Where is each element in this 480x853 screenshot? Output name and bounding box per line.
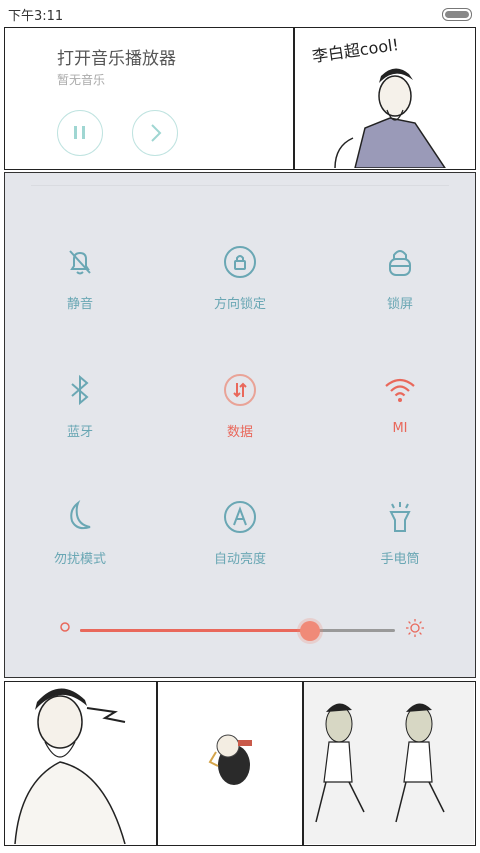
- meme-image-bottom-left: [4, 681, 157, 846]
- panel-divider: [31, 185, 449, 186]
- flashlight-icon: [389, 502, 411, 532]
- toggle-mobile-data-label: 数据: [226, 425, 253, 440]
- meme-illustration-3: [304, 682, 474, 844]
- battery-icon: [442, 8, 472, 21]
- brightness-slider[interactable]: [60, 619, 425, 641]
- toggle-mute-label: 静音: [66, 297, 93, 312]
- meme-caption: 李白超cool!: [311, 35, 400, 66]
- meme-image-top: 李白超cool!: [294, 27, 476, 170]
- brightness-thumb[interactable]: [299, 621, 320, 641]
- music-title[interactable]: 打开音乐播放器: [57, 44, 176, 69]
- meme-illustration-top: 李白超cool!: [311, 35, 447, 169]
- brightness-high-icon: [406, 619, 424, 637]
- toggle-do-not-disturb-label: 勿扰模式: [53, 552, 106, 567]
- music-subtitle: 暂无音乐: [57, 73, 106, 87]
- moon-icon: [70, 500, 91, 530]
- lock-icon: [389, 250, 411, 276]
- bluetooth-icon: [71, 374, 89, 406]
- toggle-lock-screen[interactable]: 锁屏: [325, 245, 475, 335]
- toggle-auto-brightness[interactable]: 自动亮度: [165, 500, 315, 590]
- meme-illustration-1: [14, 688, 126, 845]
- auto-brightness-icon: [224, 501, 256, 533]
- next-button[interactable]: [132, 110, 178, 156]
- meme-image-bottom-right: [303, 681, 476, 846]
- meme-image-bottom-middle: [157, 681, 303, 846]
- pause-button[interactable]: [57, 110, 103, 156]
- toggle-mobile-data[interactable]: 数据: [165, 373, 315, 463]
- meme-illustration-2: [208, 734, 252, 785]
- toggle-bluetooth[interactable]: 蓝牙: [5, 373, 155, 463]
- toggle-bluetooth-label: 蓝牙: [66, 425, 93, 440]
- status-bar: 下午3:11: [0, 0, 480, 26]
- pause-icon: [74, 126, 85, 139]
- toggle-do-not-disturb[interactable]: 勿扰模式: [5, 500, 155, 590]
- chevron-right-icon: [151, 124, 162, 142]
- toggle-flashlight[interactable]: 手电筒: [325, 500, 475, 590]
- brightness-low-icon: [60, 622, 70, 632]
- toggle-auto-brightness-label: 自动亮度: [213, 552, 266, 567]
- bell-muted-icon: [69, 250, 91, 275]
- toggle-wifi-label: MI: [392, 421, 408, 436]
- rotation-lock-icon: [224, 246, 256, 278]
- wifi-icon: [385, 378, 415, 402]
- toggle-lock-screen-label: 锁屏: [386, 297, 413, 312]
- toggle-rotation-lock[interactable]: 方向锁定: [165, 245, 315, 335]
- toggle-mute[interactable]: 静音: [5, 245, 155, 335]
- status-time: 下午3:11: [8, 9, 64, 24]
- music-widget[interactable]: 打开音乐播放器 暂无音乐: [4, 27, 294, 170]
- toggle-wifi[interactable]: MI: [325, 373, 475, 463]
- brightness-track[interactable]: [80, 621, 395, 641]
- mobile-data-icon: [224, 374, 256, 406]
- toggle-rotation-lock-label: 方向锁定: [213, 297, 266, 312]
- brightness-fill: [80, 629, 310, 632]
- control-panel: 静音 方向锁定 锁屏 蓝牙 数据 MI 勿扰模式 自动亮度 手电筒: [4, 172, 476, 678]
- toggle-flashlight-label: 手电筒: [380, 552, 420, 567]
